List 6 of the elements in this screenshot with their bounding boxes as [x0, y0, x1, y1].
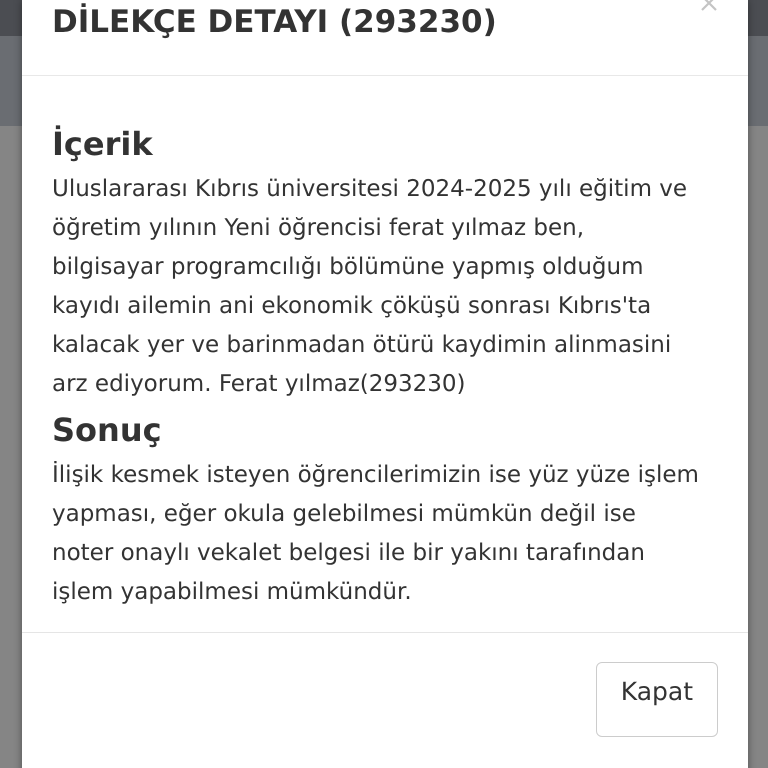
close-button[interactable]: Kapat — [596, 662, 718, 737]
section-text: Uluslararası Kıbrıs üniversitesi 2024-2025 yılı eğitim ve öğretim yılının Yeni öğrencisi ferat yılmaz ben, bilgisayar programcılığı bölümüne yapmış olduğum kayıdı ailemin ani ekonomik çöküşü sonrası Kıbrıs'ta kalacak yer ve barinmadan ötürü kaydimin alinmasini arz ediyorum. Ferat yılmaz(293230) — [52, 175, 688, 399]
section-heading: Sonuç — [52, 410, 163, 451]
section-text: İlişik kesmek isteyen öğrencilerimizin ise yüz yüze işlem yapması, eğer okula gelebilmesi mümkün değil ise noter onaylı vekalet belgesi ile bir yakını tarafından işlem yapabilmesi mümkündür. — [52, 460, 700, 607]
dialog-title: DİLEKÇE DETAYI (293230) — [52, 2, 497, 42]
section-heading: İçerik — [52, 124, 154, 165]
